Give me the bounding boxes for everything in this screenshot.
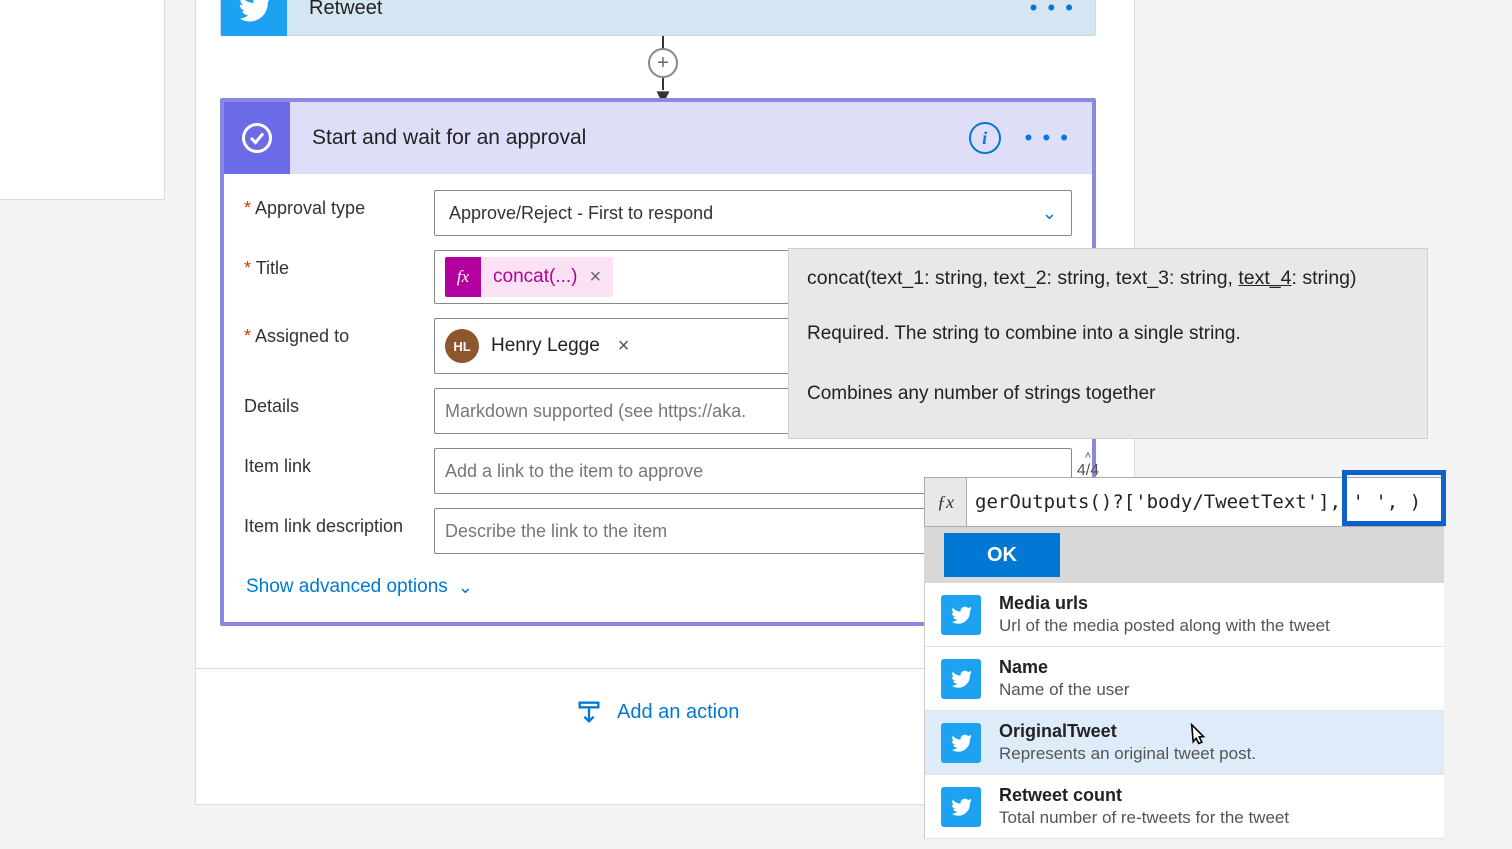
twitter-icon (941, 787, 981, 827)
list-item-title: OriginalTweet (999, 721, 1256, 742)
list-item-subtitle: Name of the user (999, 680, 1129, 700)
expression-editor-panel: ƒx gerOutputs()?['body/TweetText'], ' ',… (924, 477, 1444, 839)
avatar: HL (445, 329, 479, 363)
approval-card-title: Start and wait for an approval (312, 126, 969, 150)
remove-person-icon[interactable]: × (618, 335, 630, 358)
expression-input-row[interactable]: ƒx gerOutputs()?['body/TweetText'], ' ',… (924, 477, 1444, 527)
list-item-subtitle: Total number of re-tweets for the tweet (999, 808, 1289, 828)
expression-input[interactable]: gerOutputs()?['body/TweetText'], ' ', ) (967, 491, 1443, 513)
approval-more-icon[interactable]: • • • (1025, 125, 1070, 151)
label-item-link-desc: Item link description (244, 508, 434, 537)
twitter-icon (221, 0, 287, 36)
function-signature: concat(text_1: string, text_2: string, t… (807, 263, 1409, 293)
dynamic-item-original-tweet[interactable]: OriginalTweet Represents an original twe… (925, 711, 1444, 775)
approval-type-value: Approve/Reject - First to respond (449, 203, 713, 224)
panel-more-icon[interactable]: • • • (105, 0, 150, 191)
twitter-icon (941, 595, 981, 635)
add-action-label: Add an action (617, 701, 739, 724)
label-assigned-to: Assigned to (244, 318, 434, 347)
fx-icon: ƒx (925, 478, 967, 526)
approval-type-dropdown[interactable]: Approve/Reject - First to respond ⌄ (434, 190, 1072, 236)
label-item-link: Item link (244, 448, 434, 477)
retweet-more-icon[interactable]: • • • (1030, 0, 1075, 21)
show-advanced-label: Show advanced options (246, 576, 448, 598)
dynamic-content-list: Media urls Url of the media posted along… (924, 583, 1444, 839)
function-tooltip: concat(text_1: string, text_2: string, t… (788, 248, 1428, 439)
approval-icon (224, 102, 290, 174)
chevron-down-icon: ⌄ (1042, 203, 1057, 224)
list-item-title: Name (999, 657, 1129, 678)
expression-token[interactable]: fx concat(...) × (445, 257, 613, 297)
add-step-icon[interactable]: + (648, 48, 678, 78)
label-approval-type: Approval type (244, 190, 434, 219)
list-item-subtitle: Represents an original tweet post. (999, 744, 1256, 764)
person-name: Henry Legge (491, 335, 600, 357)
chevron-down-icon: ⌄ (458, 577, 473, 598)
person-chip[interactable]: HL Henry Legge × (445, 325, 629, 367)
stepper-up-icon[interactable]: ˄ (1085, 451, 1091, 462)
approval-card-header[interactable]: Start and wait for an approval i • • • (224, 102, 1092, 174)
add-action-button[interactable]: Add an action (575, 698, 739, 726)
list-item-title: Retweet count (999, 785, 1289, 806)
label-title: Title (244, 250, 434, 279)
remove-token-icon[interactable]: × (589, 266, 601, 289)
expression-ok-row: OK (924, 527, 1444, 583)
ok-button[interactable]: OK (944, 533, 1060, 577)
retweet-card-title: Retweet (309, 0, 1030, 20)
dynamic-item-media-urls[interactable]: Media urls Url of the media posted along… (925, 583, 1444, 647)
info-icon[interactable]: i (969, 122, 1001, 154)
add-action-icon (575, 698, 603, 726)
list-item-title: Media urls (999, 593, 1330, 614)
retweet-action-card[interactable]: Retweet • • • (220, 0, 1096, 36)
expression-token-label: concat(...) (493, 266, 577, 288)
fx-icon: fx (445, 257, 481, 297)
dynamic-item-retweet-count[interactable]: Retweet count Total number of re-tweets … (925, 775, 1444, 839)
details-placeholder: Markdown supported (see https://aka. (445, 401, 746, 422)
twitter-icon (941, 659, 981, 699)
twitter-icon (941, 723, 981, 763)
item-link-placeholder: Add a link to the item to approve (445, 461, 703, 482)
function-param-desc: Required. The string to combine into a s… (807, 319, 1409, 348)
label-details: Details (244, 388, 434, 417)
dynamic-item-name[interactable]: Name Name of the user (925, 647, 1444, 711)
list-item-subtitle: Url of the media posted along with the t… (999, 616, 1330, 636)
item-link-desc-placeholder: Describe the link to the item (445, 521, 667, 542)
function-desc: Combines any number of strings together (807, 379, 1409, 408)
side-panel: • • • (0, 0, 165, 200)
